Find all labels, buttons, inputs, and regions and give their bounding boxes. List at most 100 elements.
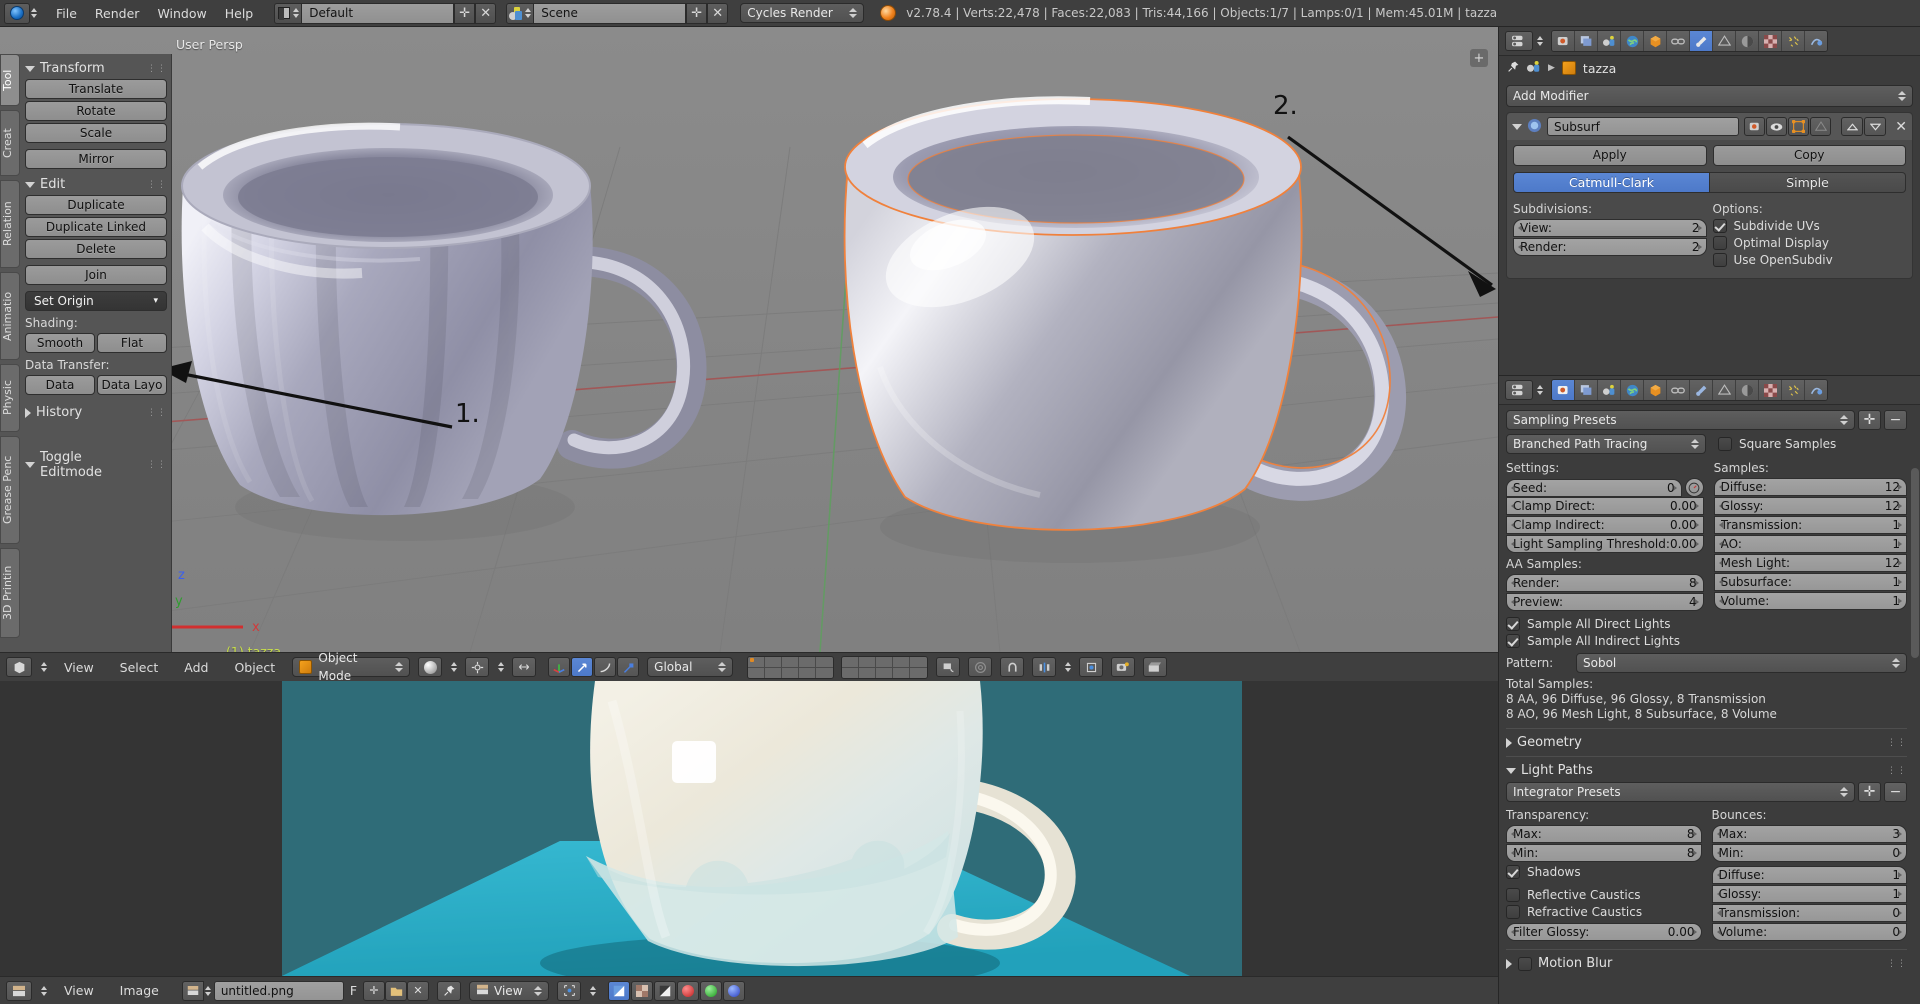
delete-modifier-icon[interactable]: ✕ [1895, 119, 1907, 135]
samples-mesh-light-field[interactable]: Mesh Light: 12 [1713, 554, 1907, 572]
sample-all-indirect-lights-row[interactable]: Sample All Indirect Lights [1506, 634, 1907, 648]
render-opengl-icon[interactable] [1111, 657, 1136, 677]
tab-modifiers-icon[interactable] [1690, 31, 1712, 51]
snap-element-icon[interactable] [1079, 657, 1104, 677]
bounces-glossy-field[interactable]: Glossy: 1 [1711, 885, 1907, 903]
panel-light-paths-header[interactable]: Light Paths ⋮⋮ [1506, 763, 1907, 778]
subdivision-view-field[interactable]: View: 2 [1513, 219, 1707, 237]
image-datablock-spinner-icon[interactable] [204, 985, 211, 996]
editor-type-spinner-icon[interactable] [41, 662, 47, 672]
copy-modifier-button[interactable]: Copy [1712, 145, 1906, 166]
panel-motion-blur-header[interactable]: Motion Blur ⋮⋮ [1506, 956, 1907, 971]
rendered-image-canvas[interactable] [0, 681, 1498, 976]
tab-material-icon[interactable] [1736, 31, 1758, 51]
logo-spinner-icon[interactable] [31, 8, 37, 18]
tool-button-duplicate-linked[interactable]: Duplicate Linked [25, 217, 167, 237]
menu-file[interactable]: File [47, 6, 86, 21]
samples-subsurface-field[interactable]: Subsurface: 1 [1713, 573, 1907, 591]
image-view-mode-selector[interactable]: View [469, 980, 550, 1001]
checkbox-icon[interactable] [1712, 236, 1727, 250]
tool-tab-relations[interactable]: Relation [0, 180, 20, 268]
screen-layout-icon[interactable] [274, 2, 303, 24]
panel-edit-header[interactable]: Edit ⋮⋮ [25, 174, 167, 195]
render-toggle-icon[interactable] [1744, 117, 1766, 136]
option-use-opensubdiv[interactable]: Use OpenSubdiv [1712, 253, 1907, 267]
bounces-max-field[interactable]: Max: 3 [1711, 825, 1907, 843]
zbuffer-icon[interactable] [654, 980, 677, 1001]
interaction-mode-selector[interactable]: Object Mode [292, 651, 411, 683]
aa-render-field[interactable]: Render: 8 [1506, 574, 1704, 592]
tool-button-delete[interactable]: Delete [25, 239, 167, 259]
motion-blur-checkbox-icon[interactable] [1518, 956, 1532, 971]
tab-scene-icon[interactable] [1598, 31, 1620, 51]
animate-seed-icon[interactable] [1684, 478, 1704, 497]
tool-button-shade-smooth[interactable]: Smooth [25, 333, 95, 353]
pin-icon[interactable] [437, 980, 462, 1001]
option-subdivide-uvs[interactable]: Subdivide UVs [1712, 219, 1907, 233]
image-pivot-icon[interactable] [557, 980, 582, 1001]
tool-button-shade-flat[interactable]: Flat [97, 333, 167, 353]
cage-toggle-icon[interactable] [1810, 117, 1832, 136]
image-pivot-spinner-icon[interactable] [590, 985, 597, 996]
samples-volume-field[interactable]: Volume: 1 [1713, 592, 1907, 610]
tool-button-rotate[interactable]: Rotate [25, 101, 167, 121]
translate-manipulator-icon[interactable] [548, 657, 571, 677]
tab-render-icon[interactable] [1552, 31, 1574, 51]
transparency-min-field[interactable]: Min: 8 [1506, 844, 1702, 862]
delete-layout-button[interactable]: ✕ [475, 2, 497, 24]
bounces-diffuse-field[interactable]: Diffuse: 1 [1711, 866, 1907, 884]
tool-button-join[interactable]: Join [25, 265, 167, 285]
viewport-open-toolbar-plus-icon[interactable]: + [1470, 49, 1488, 67]
samples-ao-field[interactable]: AO: 1 [1713, 535, 1907, 553]
render-opengl-animation-icon[interactable] [1143, 657, 1168, 677]
chevron-down-icon[interactable] [1512, 123, 1522, 130]
scene-icon[interactable] [506, 2, 535, 24]
tab-constraints-icon[interactable] [1667, 380, 1689, 400]
delete-scene-button[interactable]: ✕ [707, 2, 729, 24]
checkbox-icon[interactable] [1718, 437, 1732, 451]
blue-channel-icon[interactable] [723, 980, 746, 1001]
scene-name[interactable]: Scene [534, 2, 687, 24]
viewport-menu-view[interactable]: View [55, 660, 103, 675]
viewport-menu-add[interactable]: Add [175, 660, 217, 675]
properties-editor-type-icon[interactable] [1505, 380, 1533, 400]
chevron-down-icon[interactable] [1864, 117, 1887, 136]
tool-button-scale[interactable]: Scale [25, 123, 167, 143]
render-properties-scrollbar[interactable] [1911, 468, 1919, 658]
integrator-selector[interactable]: Branched Path Tracing [1506, 434, 1706, 454]
algorithm-simple-button[interactable]: Simple [1710, 172, 1906, 193]
viewport-shading-icon[interactable] [418, 657, 443, 677]
tab-modifiers-icon[interactable] [1690, 380, 1712, 400]
integrator-presets-selector[interactable]: Integrator Presets [1506, 782, 1855, 802]
checkbox-icon[interactable] [1506, 905, 1520, 919]
tab-texture-icon[interactable] [1759, 31, 1781, 51]
tab-object-icon[interactable] [1644, 380, 1666, 400]
clamp-indirect-field[interactable]: Clamp Indirect: 0.00 [1506, 516, 1704, 534]
remove-integrator-preset-button[interactable]: − [1884, 782, 1907, 802]
tool-tab-physics[interactable]: Physic [0, 364, 20, 432]
add-scene-button[interactable]: ✛ [686, 2, 708, 24]
light-sampling-threshold-field[interactable]: Light Sampling Threshold: 0.00 [1506, 535, 1704, 553]
tab-data-icon[interactable] [1713, 31, 1735, 51]
3d-viewport[interactable]: z y x User Persp (1) tazza 1. 2. + Tool … [0, 27, 1498, 652]
image-editor-type-spinner-icon[interactable] [41, 985, 47, 996]
transparency-max-field[interactable]: Max: 8 [1506, 825, 1702, 843]
tool-tab-3d-printing[interactable]: 3D Printin [0, 548, 20, 638]
sample-all-direct-lights-row[interactable]: Sample All Direct Lights [1506, 617, 1907, 631]
checkbox-icon[interactable] [1506, 617, 1520, 631]
proportional-edit-icon[interactable] [968, 657, 993, 677]
checkbox-icon[interactable] [1712, 253, 1727, 267]
properties-editor-type-spinner-icon[interactable] [1537, 36, 1543, 46]
remove-sampling-preset-button[interactable]: − [1884, 410, 1907, 430]
open-image-button[interactable] [385, 980, 408, 1001]
viewport-menu-select[interactable]: Select [111, 660, 168, 675]
samples-glossy-field[interactable]: Glossy: 12 [1713, 497, 1907, 515]
modifier-name-field[interactable]: Subsurf [1547, 117, 1740, 136]
filter-glossy-field[interactable]: Filter Glossy: 0.00 [1506, 923, 1702, 941]
tool-tab-tool[interactable]: Tool [0, 54, 20, 106]
tab-render-layers-icon[interactable] [1575, 31, 1597, 51]
bounces-volume-field[interactable]: Volume: 0 [1711, 923, 1907, 941]
shadows-row[interactable]: Shadows [1506, 865, 1702, 879]
lock-scene-to-layers-icon[interactable] [936, 657, 961, 677]
tool-tab-create[interactable]: Creat [0, 110, 20, 176]
